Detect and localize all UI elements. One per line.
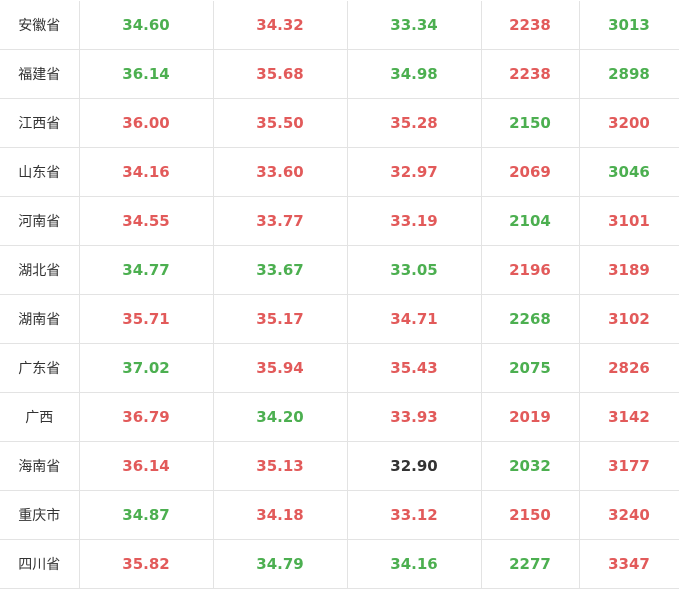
price-cell: 2104 xyxy=(480,196,580,246)
price-cell: 37.02 xyxy=(78,343,214,393)
price-cell: 35.94 xyxy=(212,343,348,393)
price-cell: 3347 xyxy=(578,539,679,589)
price-cell: 34.98 xyxy=(346,49,482,99)
price-cell: 3101 xyxy=(578,196,679,246)
price-cell: 34.32 xyxy=(212,1,348,50)
region-cell: 湖南省 xyxy=(0,294,80,344)
price-cell: 2826 xyxy=(578,343,679,393)
region-cell: 福建省 xyxy=(0,49,80,99)
price-cell: 2268 xyxy=(480,294,580,344)
price-cell: 36.14 xyxy=(78,49,214,99)
price-cell: 34.60 xyxy=(78,1,214,50)
price-cell: 34.87 xyxy=(78,490,214,540)
price-cell: 2238 xyxy=(480,49,580,99)
price-cell: 32.90 xyxy=(346,441,482,491)
price-cell: 34.18 xyxy=(212,490,348,540)
table-row: 河南省 34.55 33.77 33.19 2104 3101 xyxy=(0,196,679,246)
table-row: 江西省 36.00 35.50 35.28 2150 3200 xyxy=(0,98,679,148)
region-cell: 江西省 xyxy=(0,98,80,148)
price-cell: 2019 xyxy=(480,392,580,442)
price-cell: 35.68 xyxy=(212,49,348,99)
price-cell: 3200 xyxy=(578,98,679,148)
region-cell: 河南省 xyxy=(0,196,80,246)
price-cell: 33.19 xyxy=(346,196,482,246)
price-cell: 36.79 xyxy=(78,392,214,442)
region-cell: 安徽省 xyxy=(0,1,80,50)
table-body: 安徽省 34.60 34.32 33.34 2238 3013 福建省 36.14 35.68 3… xyxy=(0,1,679,589)
table-row: 湖北省 34.77 33.67 33.05 2196 3189 xyxy=(0,245,679,295)
region-cell: 广东省 xyxy=(0,343,80,393)
price-cell: 35.43 xyxy=(346,343,482,393)
price-cell: 35.71 xyxy=(78,294,214,344)
region-cell: 重庆市 xyxy=(0,490,80,540)
price-cell: 34.16 xyxy=(346,539,482,589)
price-cell: 3102 xyxy=(578,294,679,344)
price-cell: 2196 xyxy=(480,245,580,295)
price-cell: 2150 xyxy=(480,490,580,540)
region-cell: 山东省 xyxy=(0,147,80,197)
price-cell: 3240 xyxy=(578,490,679,540)
price-cell: 35.28 xyxy=(346,98,482,148)
region-cell: 四川省 xyxy=(0,539,80,589)
price-cell: 2898 xyxy=(578,49,679,99)
price-cell: 33.67 xyxy=(212,245,348,295)
table-row: 山东省 34.16 33.60 32.97 2069 3046 xyxy=(0,147,679,197)
price-cell: 35.13 xyxy=(212,441,348,491)
table-row: 广西 36.79 34.20 33.93 2019 3142 xyxy=(0,392,679,442)
price-cell: 34.79 xyxy=(212,539,348,589)
table-row: 安徽省 34.60 34.32 33.34 2238 3013 xyxy=(0,1,679,50)
price-cell: 2075 xyxy=(480,343,580,393)
price-cell: 34.20 xyxy=(212,392,348,442)
table-row: 重庆市 34.87 34.18 33.12 2150 3240 xyxy=(0,490,679,540)
price-cell: 34.71 xyxy=(346,294,482,344)
price-cell: 32.97 xyxy=(346,147,482,197)
table-row: 四川省 35.82 34.79 34.16 2277 3347 xyxy=(0,539,679,589)
price-cell: 34.77 xyxy=(78,245,214,295)
table-row: 广东省 37.02 35.94 35.43 2075 2826 xyxy=(0,343,679,393)
price-cell: 33.60 xyxy=(212,147,348,197)
price-cell: 33.93 xyxy=(346,392,482,442)
price-cell: 36.14 xyxy=(78,441,214,491)
price-cell: 33.34 xyxy=(346,1,482,50)
price-cell: 34.55 xyxy=(78,196,214,246)
table-row: 湖南省 35.71 35.17 34.71 2268 3102 xyxy=(0,294,679,344)
price-cell: 2150 xyxy=(480,98,580,148)
price-cell: 33.77 xyxy=(212,196,348,246)
table-row: 海南省 36.14 35.13 32.90 2032 3177 xyxy=(0,441,679,491)
price-cell: 33.05 xyxy=(346,245,482,295)
region-cell: 海南省 xyxy=(0,441,80,491)
price-cell: 2032 xyxy=(480,441,580,491)
price-cell: 3142 xyxy=(578,392,679,442)
price-cell: 35.82 xyxy=(78,539,214,589)
price-cell: 2277 xyxy=(480,539,580,589)
price-cell: 2238 xyxy=(480,1,580,50)
price-table: 安徽省 34.60 34.32 33.34 2238 3013 福建省 36.14 35.68 3… xyxy=(0,1,679,589)
region-cell: 广西 xyxy=(0,392,80,442)
price-cell: 35.17 xyxy=(212,294,348,344)
table-row: 福建省 36.14 35.68 34.98 2238 2898 xyxy=(0,49,679,99)
price-cell: 3177 xyxy=(578,441,679,491)
price-cell: 3189 xyxy=(578,245,679,295)
price-cell: 2069 xyxy=(480,147,580,197)
price-cell: 34.16 xyxy=(78,147,214,197)
price-cell: 3013 xyxy=(578,1,679,50)
price-cell: 3046 xyxy=(578,147,679,197)
price-cell: 36.00 xyxy=(78,98,214,148)
region-cell: 湖北省 xyxy=(0,245,80,295)
price-cell: 35.50 xyxy=(212,98,348,148)
price-cell: 33.12 xyxy=(346,490,482,540)
